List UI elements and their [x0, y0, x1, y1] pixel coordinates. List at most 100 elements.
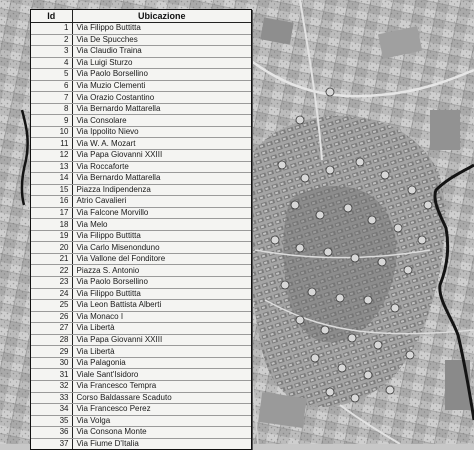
station-marker [280, 280, 290, 290]
row-id: 9 [31, 114, 73, 127]
row-id: 24 [31, 288, 73, 301]
station-marker [323, 247, 333, 257]
station-marker [380, 170, 390, 180]
row-location: Via Muzio Clementi [72, 80, 251, 93]
row-id: 33 [31, 392, 73, 405]
station-marker [385, 385, 395, 395]
row-location: Viale Sant'Isidoro [72, 368, 251, 381]
row-id: 12 [31, 149, 73, 162]
table-row[interactable]: 13 Via Roccaforte [31, 161, 251, 174]
row-location: Via Paolo Borsellino [72, 68, 251, 81]
station-marker [367, 215, 377, 225]
row-id: 7 [31, 91, 73, 104]
location-table-panel: Id Ubicazione 1 Via Filippo Buttitta 2 Via … [30, 9, 252, 450]
station-marker [403, 265, 413, 275]
table-row[interactable]: 20 Via Carlo Misenonduno [31, 241, 251, 254]
row-location: Atrio Cavalieri [72, 195, 251, 208]
station-marker [310, 353, 320, 363]
table-row[interactable]: 10 Via Ippolito Nievo [31, 126, 251, 139]
table-row[interactable]: 17 Via Falcone Morvillo [31, 207, 251, 220]
station-marker [270, 235, 280, 245]
table-row[interactable]: 9 Via Consolare [31, 114, 251, 127]
table-row[interactable]: 2 Via De Spucches [31, 34, 251, 47]
station-marker [393, 223, 403, 233]
row-location: Via Francesco Tempra [72, 380, 251, 393]
row-location: Via Filippo Buttitta [72, 288, 251, 301]
row-location: Via Leon Battista Alberti [72, 299, 251, 312]
row-location: Via Falcone Morvillo [72, 207, 251, 220]
row-location: Corso Baldassare Scaduto [72, 392, 251, 405]
table-row[interactable]: 31 Viale Sant'Isidoro [31, 368, 251, 381]
table-row[interactable]: 19 Via Filippo Buttitta [31, 230, 251, 243]
header-location[interactable]: Ubicazione [72, 10, 251, 23]
table-row[interactable]: 12 Via Papa Giovanni XXIII [31, 149, 251, 162]
row-location: Via W. A. Mozart [72, 137, 251, 150]
row-location: Piazza Indipendenza [72, 184, 251, 197]
station-marker [320, 325, 330, 335]
row-location: Via De Spucches [72, 34, 251, 47]
table-body: 1 Via Filippo Buttitta 2 Via De Spucches 3 Vi… [31, 22, 251, 450]
row-id: 11 [31, 137, 73, 150]
row-id: 32 [31, 380, 73, 393]
station-marker [295, 315, 305, 325]
row-location: Via Paolo Borsellino [72, 276, 251, 289]
row-id: 21 [31, 253, 73, 266]
row-location: Piazza S. Antonio [72, 264, 251, 278]
row-location: Via Filippo Buttitta [72, 22, 251, 35]
location-table: Id Ubicazione 1 Via Filippo Buttitta 2 Via … [31, 10, 251, 450]
table-row[interactable]: 5 Via Paolo Borsellino [31, 68, 251, 81]
table-row[interactable]: 23 Via Paolo Borsellino [31, 276, 251, 289]
row-location: Via Luigi Sturzo [72, 57, 251, 70]
table-row[interactable]: 29 Via Libertà [31, 345, 251, 358]
table-row[interactable]: 7 Via Orazio Costantino [31, 91, 251, 104]
row-location: Via Bernardo Mattarella [72, 103, 251, 116]
table-row[interactable]: 22 Piazza S. Antonio [31, 264, 251, 278]
station-marker [350, 393, 360, 403]
station-marker [347, 333, 357, 343]
table-row[interactable]: 8 Via Bernardo Mattarella [31, 103, 251, 116]
table-row[interactable]: 16 Atrio Cavalieri [31, 195, 251, 208]
station-marker [355, 157, 365, 167]
row-id: 17 [31, 207, 73, 220]
table-row[interactable]: 27 Via Libertà [31, 322, 251, 335]
station-marker [405, 350, 415, 360]
row-id: 19 [31, 230, 73, 243]
table-row[interactable]: 3 Via Claudio Traina [31, 45, 251, 58]
table-row[interactable]: 15 Piazza Indipendenza [31, 184, 251, 197]
table-row[interactable]: 14 Via Bernardo Mattarella [31, 172, 251, 185]
table-row[interactable]: 4 Via Luigi Sturzo [31, 57, 251, 70]
table-row[interactable]: 30 Via Palagonia [31, 357, 251, 370]
row-id: 5 [31, 68, 73, 81]
header-id[interactable]: Id [31, 10, 73, 23]
station-marker [277, 160, 287, 170]
station-marker [295, 115, 305, 125]
row-id: 31 [31, 368, 73, 381]
row-location: Via Papa Giovanni XXIII [72, 334, 251, 347]
row-id: 4 [31, 57, 73, 70]
row-id: 34 [31, 403, 73, 416]
table-row[interactable]: 6 Via Muzio Clementi [31, 80, 251, 93]
table-row[interactable]: 28 Via Papa Giovanni XXIII [31, 334, 251, 347]
station-marker [363, 370, 373, 380]
table-row[interactable]: 36 Via Consona Monte [31, 426, 251, 439]
row-id: 29 [31, 345, 73, 358]
table-row[interactable]: 1 Via Filippo Buttitta [31, 22, 251, 35]
field-parcel [258, 392, 307, 429]
row-location: Via Papa Giovanni XXIII [72, 149, 251, 162]
table-row[interactable]: 24 Via Filippo Buttitta [31, 288, 251, 301]
table-row[interactable]: 35 Via Volga [31, 415, 251, 428]
row-id: 2 [31, 34, 73, 47]
station-marker [295, 243, 305, 253]
row-id: 3 [31, 45, 73, 58]
row-id: 28 [31, 334, 73, 347]
table-row[interactable]: 25 Via Leon Battista Alberti [31, 299, 251, 312]
row-location: Via Libertà [72, 345, 251, 358]
row-id: 23 [31, 276, 73, 289]
table-row[interactable]: 32 Via Francesco Tempra [31, 380, 251, 393]
table-row[interactable]: 33 Corso Baldassare Scaduto [31, 392, 251, 405]
table-row[interactable]: 34 Via Francesco Perez [31, 403, 251, 416]
table-row[interactable]: 18 Via Melo [31, 218, 251, 231]
table-row[interactable]: 11 Via W. A. Mozart [31, 137, 251, 150]
table-row[interactable]: 21 Via Vallone del Fonditore [31, 253, 251, 266]
table-row[interactable]: 26 Via Monaco I [31, 311, 251, 324]
